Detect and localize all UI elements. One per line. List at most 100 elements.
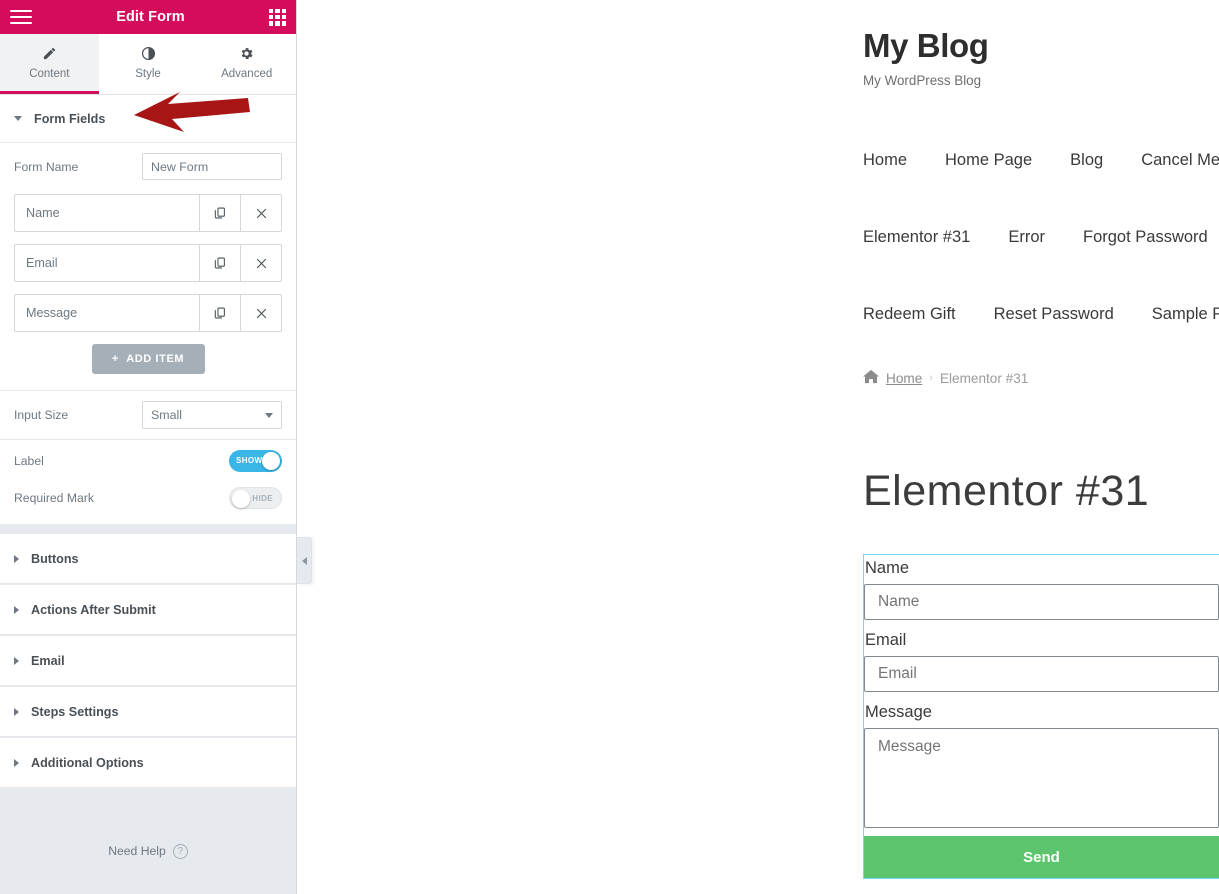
email-input[interactable] xyxy=(864,656,1219,693)
form-field-email: Email xyxy=(864,627,1219,693)
repeater-item[interactable]: Email xyxy=(14,244,282,282)
close-icon[interactable] xyxy=(240,195,281,231)
accordion-buttons[interactable]: Buttons xyxy=(0,534,296,584)
name-input[interactable] xyxy=(864,584,1219,621)
required-mark-toggle[interactable]: HIDE xyxy=(229,487,282,509)
tab-advanced-label: Advanced xyxy=(221,67,273,80)
accordion-additional-options-label: Additional Options xyxy=(31,755,144,770)
accordion-email-label: Email xyxy=(31,653,65,668)
nav-row-3: Redeem Gift Reset Password Sample Page S… xyxy=(863,276,1219,353)
duplicate-icon[interactable] xyxy=(199,195,240,231)
breadcrumb-current: Elementor #31 xyxy=(939,370,1029,386)
editor-panel: Edit Form Content Style Advanced Form Fi… xyxy=(0,0,297,894)
label-toggle-row: Label SHOW xyxy=(0,439,296,482)
breadcrumb-separator: › xyxy=(929,372,933,385)
accordion-additional-options[interactable]: Additional Options xyxy=(0,738,296,788)
tab-content[interactable]: Content xyxy=(0,34,99,94)
required-mark-state: HIDE xyxy=(252,494,273,503)
close-icon[interactable] xyxy=(240,295,281,331)
pencil-icon xyxy=(42,46,57,61)
required-mark-row: Required Mark HIDE xyxy=(0,482,296,524)
repeater-item-label[interactable]: Name xyxy=(15,195,199,231)
plus-icon: + xyxy=(111,353,119,365)
nav-item-forgot-password[interactable]: Forgot Password xyxy=(1083,228,1208,247)
section-gap xyxy=(0,524,296,534)
widgets-grid-icon[interactable] xyxy=(269,8,286,26)
toggle-knob xyxy=(232,490,250,508)
form-name-label: Form Name xyxy=(14,159,79,174)
breadcrumb-home[interactable]: Home xyxy=(886,371,922,386)
tab-style-label: Style xyxy=(135,67,161,80)
panel-tabs: Content Style Advanced xyxy=(0,34,296,95)
send-button[interactable]: Send xyxy=(864,836,1219,879)
repeater-item-label[interactable]: Message xyxy=(15,295,199,331)
label-toggle-state: SHOW xyxy=(236,456,263,465)
panel-collapse-handle[interactable] xyxy=(297,537,312,584)
elementor-editor: Edit Form Content Style Advanced Form Fi… xyxy=(0,0,1219,894)
accordion-steps-settings[interactable]: Steps Settings xyxy=(0,687,296,737)
repeater-item-label[interactable]: Email xyxy=(15,245,199,281)
nav-item-home-page[interactable]: Home Page xyxy=(945,151,1032,170)
form-name-input[interactable] xyxy=(142,153,282,180)
section-form-fields-body: Form Name Name Email xyxy=(0,143,296,524)
panel-footer: Need Help ? xyxy=(0,808,296,894)
accordion-email[interactable]: Email xyxy=(0,636,296,686)
question-mark-icon[interactable]: ? xyxy=(172,843,188,859)
accordion-steps-settings-label: Steps Settings xyxy=(31,704,119,719)
form-field-name-label: Name xyxy=(865,559,910,578)
form-field-name: Name xyxy=(864,555,1219,621)
page-title: Elementor #31 xyxy=(863,467,1150,516)
form-widget[interactable]: Name Email Message Send xyxy=(863,554,1219,880)
toggle-knob xyxy=(262,452,280,470)
nav-item-reset-password[interactable]: Reset Password xyxy=(994,305,1114,324)
label-toggle-label: Label xyxy=(14,454,44,468)
panel-title: Edit Form xyxy=(116,9,185,25)
chevron-right-icon xyxy=(14,758,19,767)
input-size-select[interactable]: Small xyxy=(142,401,282,429)
input-size-select-wrap: Small xyxy=(142,401,282,429)
chevron-left-icon xyxy=(301,556,307,565)
accordion-actions-after-submit[interactable]: Actions After Submit xyxy=(0,585,296,635)
form-field-email-label: Email xyxy=(865,631,907,650)
form-name-row: Form Name xyxy=(0,143,296,190)
tab-content-label: Content xyxy=(29,67,70,80)
tab-style[interactable]: Style xyxy=(99,34,198,94)
tab-advanced[interactable]: Advanced xyxy=(197,34,296,94)
nav-item-elementor-31[interactable]: Elementor #31 xyxy=(863,228,970,247)
duplicate-icon[interactable] xyxy=(199,295,240,331)
nav-item-redeem-gift[interactable]: Redeem Gift xyxy=(863,305,956,324)
nav-item-blog[interactable]: Blog xyxy=(1070,151,1103,170)
chevron-down-icon xyxy=(14,116,22,121)
repeater-item[interactable]: Name xyxy=(14,194,282,232)
site-navigation: Home Home Page Blog Cancel Membership Ca… xyxy=(863,122,1219,353)
message-textarea[interactable] xyxy=(864,728,1219,829)
hamburger-icon[interactable] xyxy=(10,9,32,25)
nav-item-home[interactable]: Home xyxy=(863,151,907,170)
contrast-circle-icon xyxy=(141,46,156,61)
nav-row-2: Elementor #31 Error Forgot Password Logi… xyxy=(863,199,1219,276)
input-size-row: Input Size Small xyxy=(0,390,296,439)
site-preview: My Blog My WordPress Blog Home Home Page… xyxy=(297,0,1219,894)
nav-row-1: Home Home Page Blog Cancel Membership Ca… xyxy=(863,122,1219,199)
label-toggle[interactable]: SHOW xyxy=(229,450,282,472)
form-field-message-label: Message xyxy=(865,703,932,722)
accordion-buttons-label: Buttons xyxy=(31,551,79,566)
repeater-item[interactable]: Message xyxy=(14,294,282,332)
chevron-right-icon xyxy=(14,605,19,614)
gear-icon xyxy=(239,46,254,61)
section-form-fields-header[interactable]: Form Fields xyxy=(0,95,296,143)
input-size-label: Input Size xyxy=(14,408,69,422)
home-icon xyxy=(863,369,879,387)
add-item-button[interactable]: + ADD ITEM xyxy=(91,344,205,374)
site-inner: My Blog My WordPress Blog Home Home Page… xyxy=(297,0,1219,880)
duplicate-icon[interactable] xyxy=(199,245,240,281)
chevron-right-icon xyxy=(14,656,19,665)
section-form-fields-title: Form Fields xyxy=(34,111,106,126)
nav-item-error[interactable]: Error xyxy=(1008,228,1045,247)
form-field-message: Message xyxy=(864,699,1219,829)
nav-item-cancel-membership[interactable]: Cancel Membership xyxy=(1141,151,1219,170)
close-icon[interactable] xyxy=(240,245,281,281)
panel-header: Edit Form xyxy=(0,0,296,34)
need-help-label[interactable]: Need Help xyxy=(108,844,166,858)
nav-item-sample-page[interactable]: Sample Page xyxy=(1152,305,1219,324)
